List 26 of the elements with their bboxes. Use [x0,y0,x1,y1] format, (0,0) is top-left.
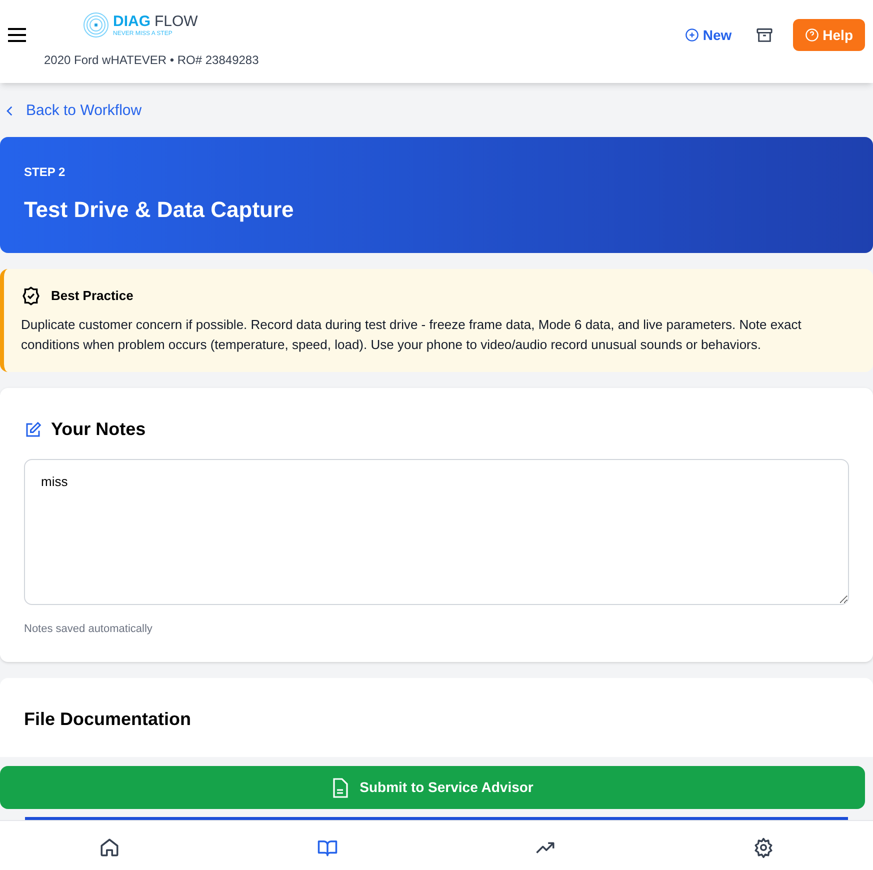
notes-field[interactable]: miss [24,459,849,605]
best-practice-title: Best Practice [51,287,134,306]
home-icon[interactable] [98,837,120,858]
autosave-hint: Notes saved automatically [24,622,154,637]
logo-icon [83,12,109,38]
help-button[interactable]: Help [792,19,865,51]
question-circle-icon [804,28,819,42]
archive-icon[interactable] [756,26,773,44]
back-link[interactable]: Back to Workflow [0,101,873,121]
best-practice-text: Duplicate customer concern if possible. Record data during test drive - freeze frame data, Mode 6 data, and live parameters. Note exact conditions when problem occurs (temperature, speed, load). Use your phone to video/audio record unusual sounds or behaviors. [21,316,802,354]
settings-icon[interactable] [753,837,774,858]
menu-icon[interactable] [8,27,26,43]
submit-button[interactable]: Submit to Service Advisor [0,766,865,810]
vehicle-info: 2020 Ford wHATEVER • RO# 23849283 [44,52,259,69]
chevron-left-icon [6,106,14,116]
notes-title: Your Notes [51,418,146,441]
badge-check-icon [21,286,41,306]
plus-circle-icon [684,28,699,42]
document-icon [332,778,348,798]
logo-text: DIAG [113,14,150,28]
logo-text: FLOW [154,14,198,28]
edit-icon [24,420,42,438]
step-title: Test Drive & Data Capture [24,196,295,224]
file-documentation-title: File Documentation [24,708,192,730]
new-button[interactable]: New [680,24,736,46]
step-label: STEP 2 [24,164,66,181]
